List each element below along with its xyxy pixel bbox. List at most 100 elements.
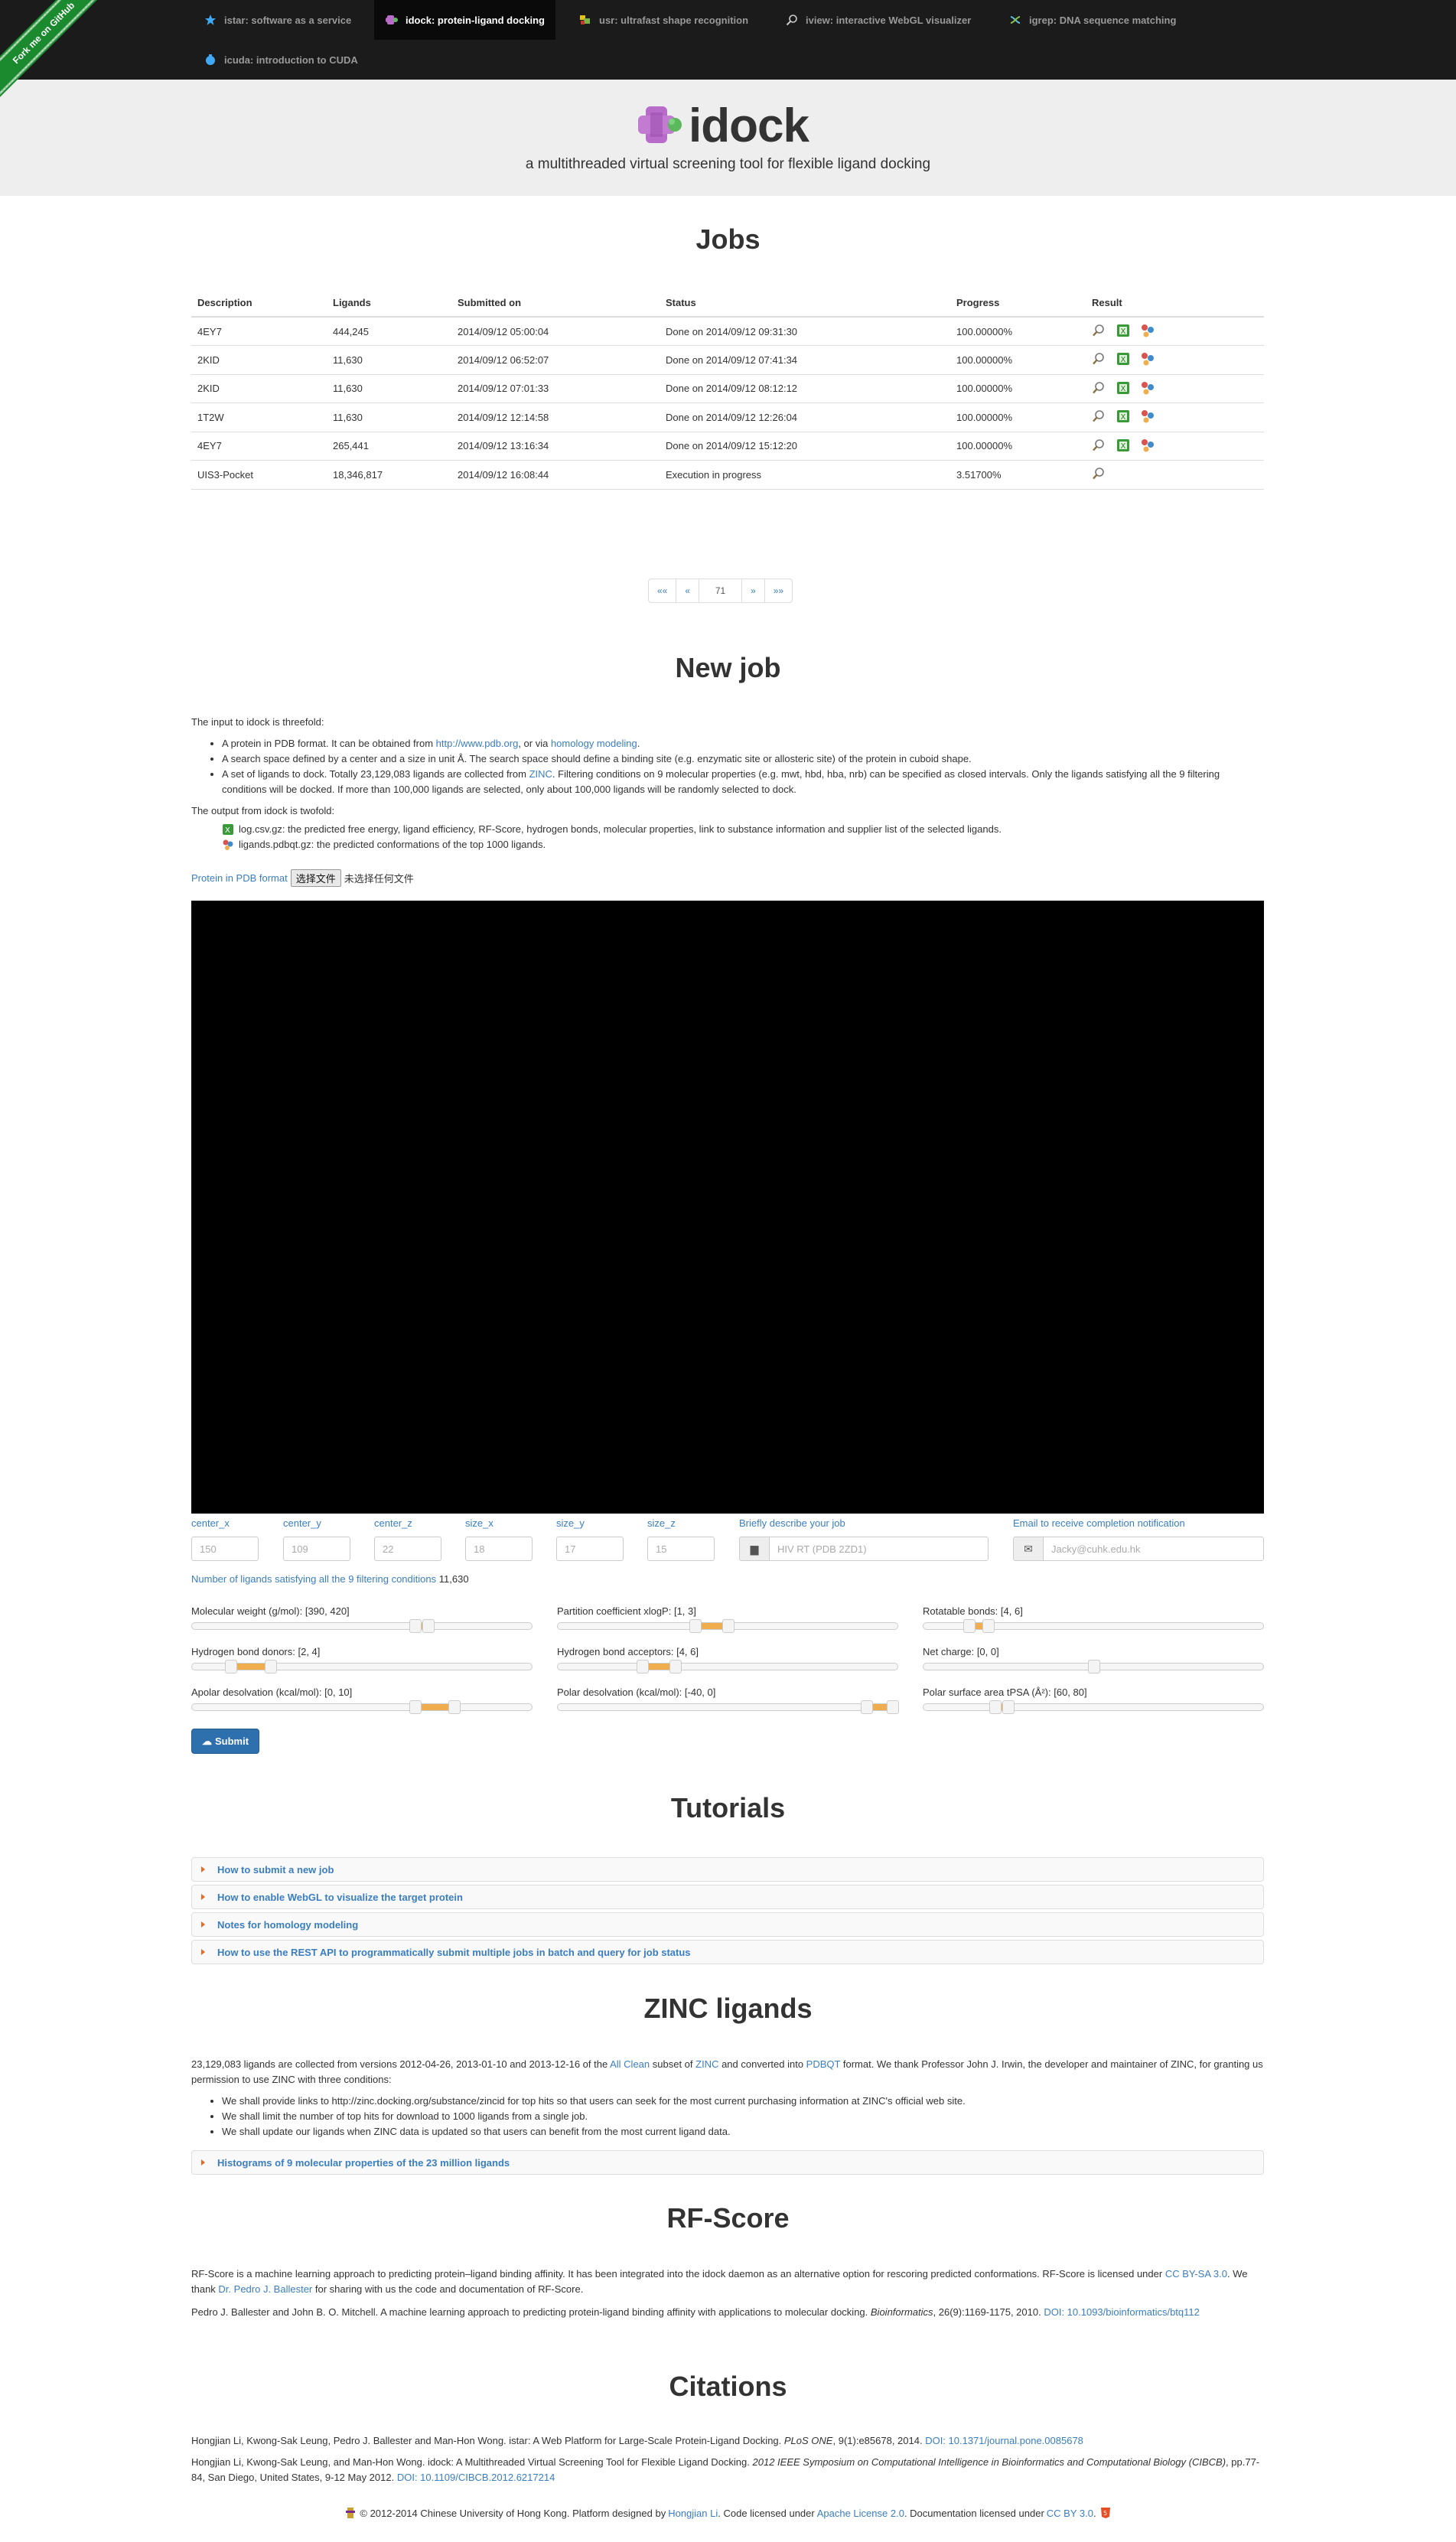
slider-max-handle[interactable] (422, 1619, 435, 1633)
list-item: A protein in PDB format. It can be obtai… (222, 736, 1264, 751)
slider-label: Partition coefficient xlogP: [1, 3] (557, 1605, 696, 1617)
magnifier-icon[interactable] (1092, 467, 1107, 482)
tutorial-submit-job[interactable]: How to submit a new job (191, 1857, 1264, 1882)
zinc-histograms-accordion[interactable]: Histograms of 9 molecular properties of … (191, 2150, 1264, 2175)
ligands-download-icon[interactable] (1141, 438, 1156, 454)
center-z-input[interactable]: 22 (374, 1537, 441, 1561)
pdbqt-link[interactable]: PDBQT (806, 2058, 841, 2070)
slider-min-handle[interactable] (409, 1619, 422, 1633)
cc-by-link[interactable]: CC BY 3.0 (1047, 2508, 1093, 2519)
range-slider[interactable] (923, 1660, 1264, 1673)
slider-max-handle[interactable] (448, 1700, 461, 1714)
range-slider[interactable] (923, 1700, 1264, 1714)
pagination-first[interactable]: «« (649, 579, 677, 602)
job-progress: 100.00000% (950, 316, 1086, 346)
description-input[interactable]: HIV RT (PDB 2ZD1) (769, 1537, 989, 1561)
csv-download-icon[interactable]: X (1116, 438, 1132, 454)
designer-link[interactable]: Hongjian Li (668, 2508, 718, 2519)
nav-igrep[interactable]: igrep: DNA sequence matching (998, 0, 1187, 40)
zinc-link[interactable]: ZINC (695, 2058, 718, 2070)
job-description: 2KID (191, 345, 327, 374)
tutorial-rest-api[interactable]: How to use the REST API to programmatica… (191, 1940, 1264, 1964)
slider-min-handle[interactable] (963, 1619, 976, 1633)
slider-min-handle[interactable] (860, 1700, 873, 1714)
magnifier-icon[interactable] (1092, 324, 1107, 339)
nav-idock[interactable]: idock: protein-ligand docking (374, 0, 555, 40)
range-slider[interactable] (557, 1700, 899, 1714)
homology-modeling-link[interactable]: homology modeling (551, 738, 637, 749)
cc-by-sa-link[interactable]: CC BY-SA 3.0 (1165, 2268, 1227, 2280)
magnifier-icon[interactable] (1092, 438, 1107, 454)
pagination-prev[interactable]: « (676, 579, 700, 602)
range-slider[interactable] (557, 1660, 898, 1673)
tutorial-homology-modeling[interactable]: Notes for homology modeling (191, 1912, 1264, 1937)
ligands-download-icon[interactable] (1141, 409, 1156, 425)
slider-min-handle[interactable] (689, 1619, 702, 1633)
all-clean-link[interactable]: All Clean (610, 2058, 650, 2070)
ballester-link[interactable]: Dr. Pedro J. Ballester (218, 2283, 312, 2295)
job-result (1086, 460, 1264, 490)
col-description: Description (191, 289, 327, 318)
job-ligands: 11,630 (327, 345, 451, 374)
slider-max-handle[interactable] (669, 1660, 682, 1673)
csv-download-icon[interactable]: X (1116, 352, 1132, 367)
size-z-input[interactable]: 15 (647, 1537, 715, 1561)
apache-license-link[interactable]: Apache License 2.0 (817, 2508, 904, 2519)
nav-usr[interactable]: usr: ultrafast shape recognition (568, 0, 759, 40)
zinc-link[interactable]: ZINC (529, 768, 552, 780)
tutorial-enable-webgl[interactable]: How to enable WebGL to visualize the tar… (191, 1885, 1264, 1909)
slider-max-handle[interactable] (1088, 1660, 1100, 1673)
slider-min-handle[interactable] (637, 1660, 650, 1673)
choose-file-button[interactable]: 选择文件 (290, 869, 341, 887)
pagination-next[interactable]: » (742, 579, 765, 602)
table-row: 2KID 11,630 2014/09/12 06:52:07 Done on 201… (191, 345, 1264, 374)
size-y-input[interactable]: 17 (556, 1537, 624, 1561)
magnifier-icon[interactable] (1092, 409, 1107, 425)
slider-min-handle[interactable] (989, 1700, 1002, 1714)
rfscore-doi-link[interactable]: DOI: 10.1093/bioinformatics/btq112 (1044, 2306, 1200, 2318)
size-x-input[interactable]: 18 (465, 1537, 533, 1561)
slider-max-handle[interactable] (264, 1660, 277, 1673)
range-slider[interactable] (191, 1700, 533, 1714)
zinc-title: ZINC ligands (643, 1993, 813, 2024)
range-slider[interactable] (191, 1619, 533, 1633)
nav-icuda[interactable]: icuda: introduction to CUDA (193, 40, 369, 80)
idock-doi-link[interactable]: DOI: 10.1109/CIBCB.2012.6217214 (397, 2472, 555, 2483)
slider-max-handle[interactable] (982, 1619, 995, 1633)
slider-min-handle[interactable] (225, 1660, 237, 1673)
csv-download-icon[interactable]: X (1116, 409, 1132, 425)
job-result: X (1086, 316, 1264, 346)
slider-min-handle[interactable] (409, 1700, 422, 1714)
submit-button[interactable]: ☁ Submit (191, 1729, 259, 1754)
magnifier-icon[interactable] (1092, 352, 1107, 367)
col-status: Status (660, 289, 950, 318)
ligands-download-icon[interactable] (1141, 352, 1156, 367)
ligands-download-icon[interactable] (1141, 381, 1156, 396)
nav-istar[interactable]: istar: software as a service (193, 0, 362, 40)
slider-max-handle[interactable] (1002, 1700, 1015, 1714)
slider-max-handle[interactable] (887, 1700, 899, 1714)
ligands-download-icon[interactable] (1141, 324, 1156, 339)
nav-iview[interactable]: iview: interactive WebGL visualizer (774, 0, 982, 40)
email-input[interactable]: Jacky@cuhk.edu.hk (1043, 1537, 1264, 1561)
pagination-last[interactable]: »» (765, 579, 792, 602)
magnifier-icon[interactable] (1092, 381, 1107, 396)
range-slider[interactable] (191, 1660, 533, 1673)
csv-download-icon[interactable]: X (1116, 324, 1132, 339)
istar-doi-link[interactable]: DOI: 10.1371/journal.pone.0085678 (925, 2435, 1083, 2446)
job-result: X (1086, 373, 1264, 403)
pagination-page[interactable]: 71 (699, 579, 743, 602)
size-x-label: size_x (465, 1517, 493, 1529)
webgl-viewer[interactable] (191, 901, 1264, 1514)
slider-max-handle[interactable] (722, 1619, 735, 1633)
cuhk-logo-icon (344, 2507, 357, 2519)
svg-text:X: X (225, 826, 230, 835)
center-x-input[interactable]: 150 (191, 1537, 259, 1561)
table-row: 1T2W 11,630 2014/09/12 12:14:58 Done on 201… (191, 402, 1264, 432)
svg-text:X: X (1121, 385, 1126, 393)
center-y-input[interactable]: 109 (283, 1537, 350, 1561)
range-slider[interactable] (923, 1619, 1264, 1633)
csv-download-icon[interactable]: X (1116, 381, 1132, 396)
range-slider[interactable] (557, 1619, 898, 1633)
pdb-link[interactable]: http://www.pdb.org (436, 738, 519, 749)
